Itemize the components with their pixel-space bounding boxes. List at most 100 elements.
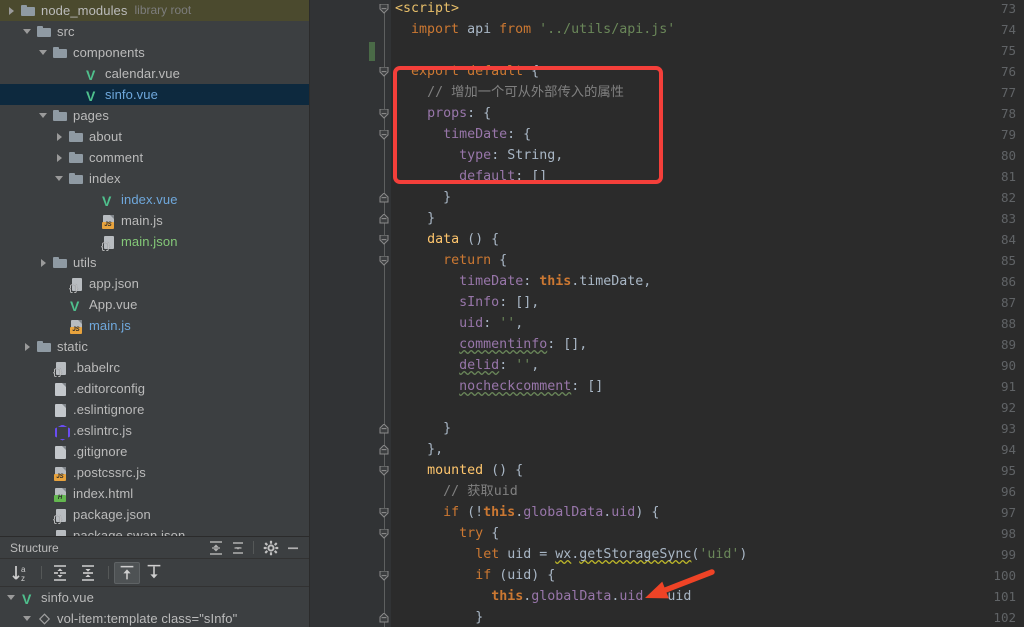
collapse-all-icon[interactable]: [228, 538, 248, 558]
collapse-arrow-icon[interactable]: [6, 592, 17, 603]
line-number: 88: [1000, 316, 1016, 331]
fold-marker[interactable]: [378, 571, 391, 581]
tree-item-tag: library root: [134, 3, 192, 17]
tree-item-label: main.js: [121, 213, 163, 228]
html-tag-icon: [36, 611, 53, 627]
minimize-icon[interactable]: [283, 538, 303, 558]
tree-item[interactable]: .eslintrc.js: [0, 420, 309, 441]
tree-item[interactable]: Hindex.html: [0, 483, 309, 504]
fold-marker[interactable]: [378, 445, 391, 455]
structure-panel-toolbar: a z: [0, 558, 309, 586]
tree-item[interactable]: .babelrc: [0, 357, 309, 384]
collapse-arrow-icon[interactable]: [54, 173, 65, 184]
expand-arrow-icon[interactable]: [22, 341, 33, 352]
collapse-arrow-icon[interactable]: [38, 47, 49, 58]
fold-marker[interactable]: [378, 529, 391, 539]
tree-item[interactable]: JS main.js: [0, 210, 309, 231]
tree-item[interactable]: app.json: [0, 273, 309, 300]
expand-all-icon[interactable]: [206, 538, 226, 558]
line-number: 87: [1000, 295, 1016, 310]
tree-item[interactable]: calendar.vue: [0, 63, 309, 86]
code-line: // 获取uid: [443, 484, 518, 499]
tree-item[interactable]: about: [0, 126, 309, 147]
expand-arrow-icon[interactable]: [38, 257, 49, 268]
tree-item[interactable]: .editorconfig: [0, 378, 309, 399]
editor-code-area[interactable]: <script> import api from '../utils/api.js…: [391, 0, 1024, 627]
vcs-change-marker[interactable]: [369, 42, 375, 61]
line-number: 83: [1000, 211, 1016, 226]
structure-tree-item[interactable]: sinfo.vue: [0, 587, 309, 610]
code-editor[interactable]: <script> import api from '../utils/api.js…: [310, 0, 1024, 627]
tree-item[interactable]: index.vue: [0, 189, 309, 212]
expand-arrow-icon[interactable]: [54, 152, 65, 163]
folder-icon: [52, 108, 69, 124]
tree-item[interactable]: pages: [0, 105, 309, 126]
tree-item-label: package.swan.json: [73, 528, 186, 536]
tree-item[interactable]: comment: [0, 147, 309, 168]
fold-marker[interactable]: [378, 67, 391, 77]
code-line: },: [427, 442, 444, 457]
tree-item[interactable]: .gitignore: [0, 441, 309, 462]
fold-marker[interactable]: [378, 109, 391, 119]
collapse-arrow-icon[interactable]: [38, 110, 49, 121]
gear-icon[interactable]: [261, 538, 281, 558]
tree-item[interactable]: main.json: [0, 231, 309, 258]
editor-gutter[interactable]: [310, 0, 378, 627]
fold-marker[interactable]: [378, 235, 391, 245]
json-file-icon: [52, 507, 69, 531]
fold-marker[interactable]: [378, 424, 391, 434]
fold-marker[interactable]: [378, 130, 391, 140]
tree-item[interactable]: App.vue: [0, 294, 309, 317]
fold-marker[interactable]: [378, 613, 391, 623]
line-number: 102: [993, 610, 1016, 625]
folder-icon: [20, 3, 37, 19]
collapse-arrow-icon[interactable]: [22, 613, 33, 624]
tree-item-label: node_modules: [41, 3, 128, 18]
collapse-all-icon[interactable]: [75, 562, 101, 584]
tree-item[interactable]: index: [0, 168, 309, 189]
code-line: timeDate: {: [443, 127, 532, 142]
tree-item[interactable]: utils: [0, 252, 309, 273]
tree-item[interactable]: .eslintignore: [0, 399, 309, 420]
tree-item-label: static: [57, 339, 88, 354]
structure-tree-item[interactable]: vol-item:template class="sInfo": [0, 608, 309, 627]
tree-item[interactable]: components: [0, 42, 309, 63]
expand-arrow-icon[interactable]: [6, 5, 17, 16]
fold-marker[interactable]: [378, 214, 391, 224]
code-line: return {: [443, 253, 508, 268]
tree-item[interactable]: JS main.js: [0, 315, 309, 336]
structure-tree[interactable]: sinfo.vue vol-item:template class="sInfo": [0, 586, 309, 627]
fold-marker[interactable]: [378, 466, 391, 476]
line-number: 93: [1000, 421, 1016, 436]
tree-item[interactable]: node_modules library root: [0, 0, 309, 21]
project-file-tree[interactable]: node_modules library root src components cal…: [0, 0, 309, 536]
expand-all-icon[interactable]: [47, 562, 73, 584]
fold-marker[interactable]: [378, 256, 391, 266]
tree-item[interactable]: package.json: [0, 504, 309, 531]
tree-item-label: App.vue: [89, 297, 138, 312]
scroll-from-source-icon[interactable]: [114, 561, 140, 584]
line-number: 79: [1000, 127, 1016, 142]
tree-item-label: utils: [73, 255, 97, 270]
scroll-to-source-icon[interactable]: [142, 562, 168, 584]
code-line: nocheckcomment: []: [459, 379, 604, 394]
tree-item[interactable]: package.swan.json: [0, 525, 309, 536]
tree-item[interactable]: JS .postcssrc.js: [0, 462, 309, 483]
ide-window: node_modules library root src components cal…: [0, 0, 1024, 627]
fold-marker[interactable]: [378, 4, 391, 14]
tree-item[interactable]: static: [0, 336, 309, 357]
tree-item[interactable]: sinfo.vue: [0, 84, 309, 107]
fold-marker[interactable]: [378, 508, 391, 518]
fold-marker[interactable]: [378, 193, 391, 203]
json-file-icon: [100, 234, 117, 258]
collapse-arrow-icon[interactable]: [22, 26, 33, 37]
tree-item[interactable]: src: [0, 21, 309, 42]
sort-alphabetically-icon[interactable]: a z: [8, 562, 34, 584]
expand-arrow-icon[interactable]: [54, 131, 65, 142]
